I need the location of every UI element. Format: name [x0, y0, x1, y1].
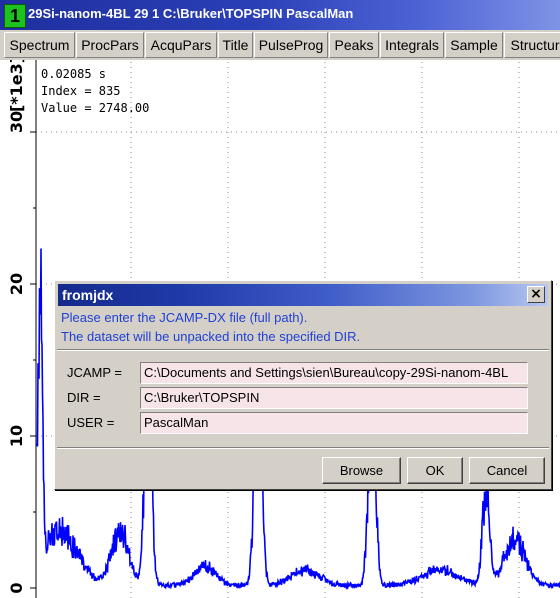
fromjdx-dialog: fromjdx × Please enter the JCAMP-DX file… — [54, 280, 552, 490]
readout-index: Index = 835 — [41, 84, 121, 98]
jcamp-label: JCAMP = — [67, 365, 123, 380]
jcamp-path-input[interactable]: C:\Documents and Settings\sien\Bureau\co… — [140, 362, 528, 384]
tab-sample[interactable]: Sample — [445, 32, 503, 58]
dialog-separator — [57, 447, 549, 449]
dir-label: DIR = — [67, 390, 101, 405]
tab-procpars[interactable]: ProcPars — [76, 32, 144, 58]
window-title: 29Si-nanom-4BL 29 1 C:\Bruker\TOPSPIN Pa… — [28, 6, 354, 21]
tab-peaks[interactable]: Peaks — [329, 32, 379, 58]
user-input[interactable]: PascalMan — [140, 412, 528, 434]
tab-title[interactable]: Title — [218, 32, 253, 58]
y-axis-ticks — [30, 131, 36, 589]
dialog-title: fromjdx — [62, 287, 114, 303]
window-number-badge: 1 — [4, 4, 26, 28]
dialog-separator — [57, 349, 549, 351]
tab-structure[interactable]: Structur — [504, 32, 560, 58]
y-tick-label: 20 — [7, 273, 26, 295]
tab-spectrum[interactable]: Spectrum — [4, 32, 75, 58]
tab-acqupars[interactable]: AcquPars — [145, 32, 217, 58]
browse-button[interactable]: Browse — [322, 457, 401, 484]
y-tick-label: 10 — [7, 425, 26, 447]
close-icon[interactable]: × — [527, 286, 545, 303]
y-tick-label: 30 — [7, 111, 26, 133]
dialog-message-line-1: Please enter the JCAMP-DX file (full pat… — [61, 310, 308, 325]
tab-pulseprog[interactable]: PulseProg — [254, 32, 328, 58]
window-title-bar[interactable]: 1 29Si-nanom-4BL 29 1 C:\Bruker\TOPSPIN … — [0, 0, 560, 30]
y-axis-unit-label: [*1e3] — [7, 60, 26, 112]
user-label: USER = — [67, 415, 115, 430]
readout-time: 0.02085 s — [41, 67, 107, 81]
y-axis-labels: 30 20 10 0 [*1e3] — [7, 60, 26, 594]
cursor-readout: 0.02085 s Index = 835 Value = 2748.00 — [41, 66, 149, 117]
tab-integrals[interactable]: Integrals — [380, 32, 444, 58]
cancel-button[interactable]: Cancel — [469, 457, 545, 484]
tab-bar: Spectrum ProcPars AcquPars Title PulsePr… — [0, 30, 560, 60]
y-tick-label: 0 — [7, 582, 26, 593]
readout-value: Value = 2748.00 — [41, 101, 150, 115]
dialog-title-bar[interactable]: fromjdx × — [58, 284, 548, 306]
dialog-message-line-2: The dataset will be unpacked into the sp… — [61, 329, 361, 344]
dir-input[interactable]: C:\Bruker\TOPSPIN — [140, 387, 528, 409]
ok-button[interactable]: OK — [407, 457, 463, 484]
